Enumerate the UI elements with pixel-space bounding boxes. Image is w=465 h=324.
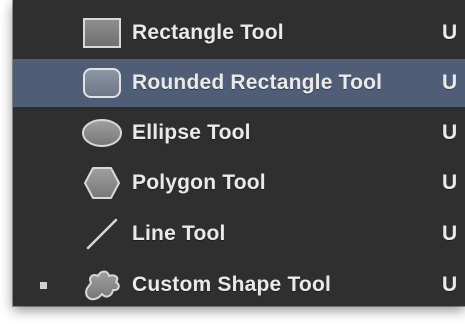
menu-item-polygon-tool[interactable]: Polygon Tool U	[13, 159, 465, 207]
menu-item-custom-shape-tool[interactable]: Custom Shape Tool U	[13, 261, 465, 309]
menu-item-line-tool[interactable]: Line Tool U	[13, 210, 465, 258]
menu-item-shortcut: U	[442, 222, 458, 245]
polygon-icon	[75, 161, 129, 205]
menu-item-shortcut: U	[442, 121, 458, 144]
active-tool-marker	[40, 281, 47, 289]
menu-item-label: Rectangle Tool	[132, 21, 284, 44]
menu-item-label: Polygon Tool	[132, 171, 266, 194]
menu-item-rectangle-tool[interactable]: Rectangle Tool U	[13, 9, 465, 57]
menu-item-label: Ellipse Tool	[132, 121, 251, 144]
menu-item-shortcut: U	[442, 171, 458, 194]
menu-item-label: Custom Shape Tool	[132, 273, 332, 296]
menu-item-shortcut: U	[442, 71, 458, 94]
menu-item-label: Rounded Rectangle Tool	[132, 71, 383, 94]
rectangle-icon	[75, 11, 129, 55]
menu-item-label: Line Tool	[132, 222, 226, 245]
shape-tools-menu: Rectangle Tool U Rounded Rectangle Tool …	[13, 0, 465, 306]
menu-item-rounded-rectangle-tool[interactable]: Rounded Rectangle Tool U	[13, 59, 465, 107]
menu-item-ellipse-tool[interactable]: Ellipse Tool U	[13, 109, 465, 157]
custom-shape-icon	[75, 263, 129, 307]
menu-item-shortcut: U	[442, 273, 458, 296]
menu-item-shortcut: U	[442, 21, 458, 44]
ellipse-icon	[75, 111, 129, 155]
rounded-rectangle-icon	[75, 61, 129, 105]
line-icon	[75, 212, 129, 256]
